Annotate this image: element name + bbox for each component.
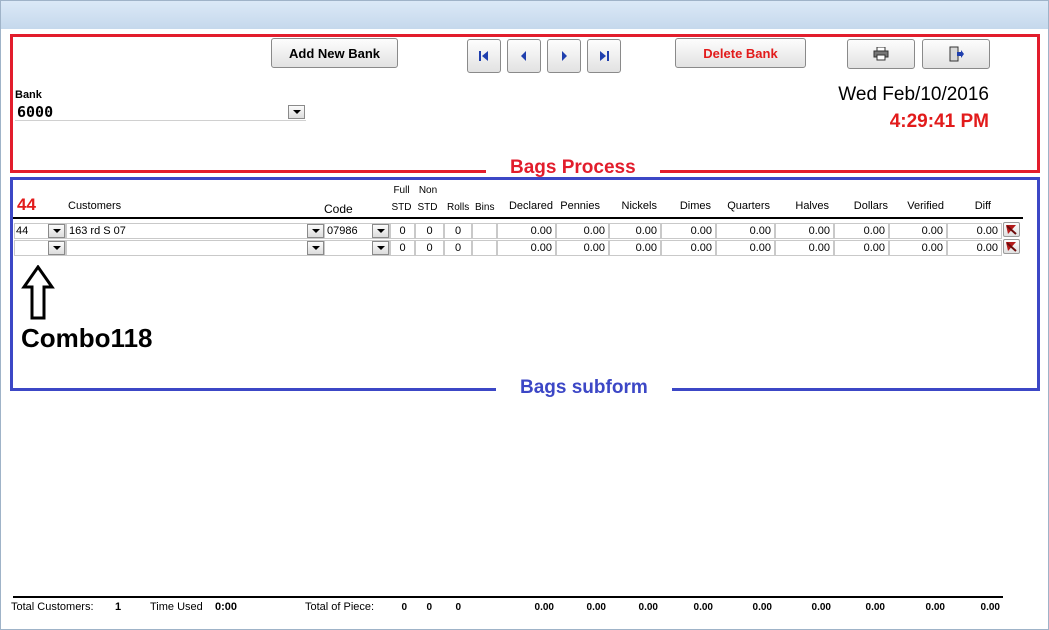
header-customers: Customers [68,200,122,212]
header-non-bottom: STD [417,202,438,213]
delete-row-button[interactable] [1003,239,1020,254]
delete-row-button[interactable] [1003,222,1020,237]
total-diff: 0.00 [980,602,1000,613]
next-record-icon [562,51,567,61]
halves-field[interactable]: 0.00 [775,240,834,256]
non-std-field[interactable]: 0 [415,223,444,239]
combo118-dropdown-button[interactable] [48,224,65,238]
previous-record-button[interactable] [507,39,541,73]
last-record-icon [600,51,609,61]
header-halves: Halves [795,200,829,212]
first-record-button[interactable] [467,39,501,73]
total-nickels: 0.00 [638,602,658,613]
time-used-value: 0:00 [215,601,238,613]
bank-value: 6000 [17,103,54,121]
customer-dropdown-button[interactable] [307,224,324,238]
dollars-field[interactable]: 0.00 [834,240,889,256]
printer-icon [873,47,889,61]
full-std-field[interactable]: 0 [390,240,415,256]
full-std-field[interactable]: 0 [390,223,415,239]
current-date: Wed Feb/10/2016 [838,84,989,105]
delete-row-icon [1006,225,1017,235]
print-button[interactable] [847,39,915,69]
bins-field[interactable] [472,223,497,239]
code-dropdown-button[interactable] [372,224,389,238]
bags-process-label: Bags Process [486,157,660,179]
total-customers-value: 1 [115,601,122,613]
bags-subform-label: Bags subform [496,377,672,399]
header-declared: Declared [508,200,553,212]
customer-field[interactable]: 163 rd S 07 [66,223,324,239]
diff-field[interactable]: 0.00 [947,223,1002,239]
header-bins: Bins [475,202,495,213]
first-record-icon [479,51,488,61]
pennies-field[interactable]: 0.00 [556,223,609,239]
bank-combo[interactable]: 6000 [15,102,306,121]
header-dimes: Dimes [679,200,711,212]
header-verified: Verified [907,200,944,212]
header-nickels: Nickels [621,200,657,212]
customer-dropdown-button[interactable] [307,241,324,255]
exit-door-icon [949,46,964,62]
header-rolls: Rolls [447,202,470,213]
window-titlebar [1,1,1048,29]
total-piece-label: Total of Piece: [305,601,375,613]
dollars-field[interactable]: 0.00 [834,223,889,239]
bank-dropdown-button[interactable] [288,105,305,119]
combo118-dropdown-button[interactable] [48,241,65,255]
quarters-field[interactable]: 0.00 [716,240,775,256]
diff-field[interactable]: 0.00 [947,240,1002,256]
declared-field[interactable]: 0.00 [497,240,556,256]
dimes-field[interactable]: 0.00 [661,223,716,239]
total-halves: 0.00 [811,602,831,613]
total-declared: 0.00 [534,602,554,613]
total-rolls: 0 [455,602,461,613]
dimes-field[interactable]: 0.00 [661,240,716,256]
total-dollars: 0.00 [865,602,885,613]
header-non-top: Non [418,185,438,196]
customer-field[interactable] [66,240,324,256]
combo118-annotation: Combo118 [21,323,153,353]
next-record-button[interactable] [547,39,581,73]
nickels-field[interactable]: 0.00 [609,240,661,256]
current-time: 4:29:41 PM [889,111,989,132]
exit-button[interactable] [922,39,990,69]
total-quarters: 0.00 [752,602,772,613]
non-std-field[interactable]: 0 [415,240,444,256]
code-dropdown-button[interactable] [372,241,389,255]
nickels-field[interactable]: 0.00 [609,223,661,239]
bank-label: Bank [15,89,42,101]
total-dimes: 0.00 [693,602,713,613]
total-verified: 0.00 [925,602,945,613]
bag-count: 44 [17,195,36,214]
up-arrow-icon [21,265,55,320]
total-pennies: 0.00 [586,602,606,613]
add-new-bank-button[interactable]: Add New Bank [271,38,398,68]
header-code: Code [324,202,353,216]
rolls-field[interactable]: 0 [444,240,472,256]
header-quarters: Quarters [727,200,770,212]
halves-field[interactable]: 0.00 [775,223,834,239]
header-full-bottom: STD [391,202,412,213]
verified-field[interactable]: 0.00 [889,240,947,256]
vertical-scrollbar-track[interactable] [1030,400,1032,590]
footer-divider [13,596,1003,598]
pennies-field[interactable]: 0.00 [556,240,609,256]
time-used-label: Time Used [150,601,203,613]
verified-field[interactable]: 0.00 [889,223,947,239]
header-pennies: Pennies [560,200,600,212]
previous-record-icon [521,51,526,61]
delete-row-icon [1006,242,1017,252]
header-dollars: Dollars [853,200,888,212]
header-divider [13,217,1023,219]
delete-bank-button[interactable]: Delete Bank [675,38,806,68]
bins-field[interactable] [472,240,497,256]
header-full-top: Full [393,185,410,196]
rolls-field[interactable]: 0 [444,223,472,239]
total-customers-label: Total Customers: [11,601,94,613]
last-record-button[interactable] [587,39,621,73]
quarters-field[interactable]: 0.00 [716,223,775,239]
header-diff: Diff [974,200,991,212]
declared-field[interactable]: 0.00 [497,223,556,239]
